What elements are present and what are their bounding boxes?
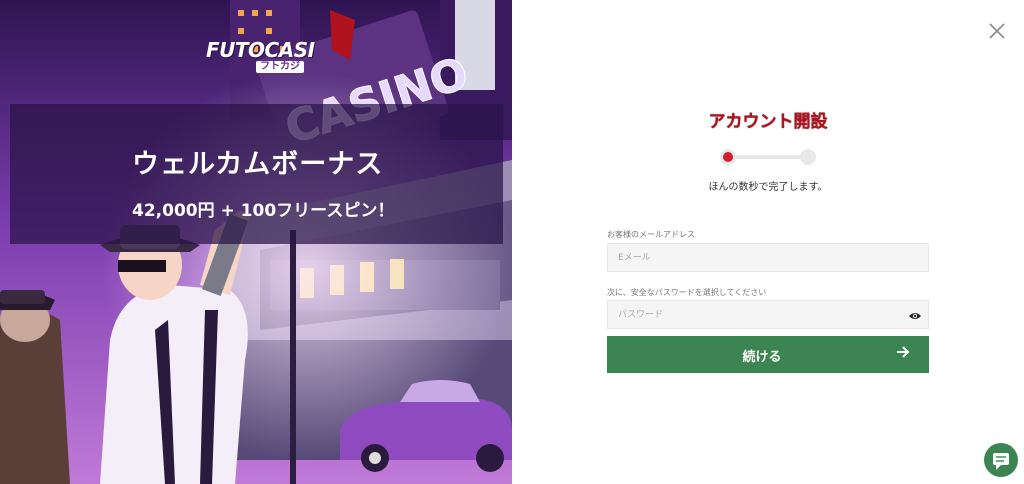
step-2-indicator <box>800 149 816 165</box>
arrow-right-icon <box>897 346 910 358</box>
brand-sub-label: フトカジ <box>256 61 304 73</box>
welcome-bonus-banner: ウェルカムボーナス 42,000円 + 100フリースピン！ <box>10 104 503 244</box>
email-field[interactable] <box>608 244 898 271</box>
progress-stepper <box>718 148 818 166</box>
signup-modal: CASINO <box>0 0 1024 484</box>
password-field[interactable] <box>608 301 898 328</box>
continue-button-label: 続ける <box>742 350 782 365</box>
chat-icon <box>993 453 1009 470</box>
continue-button[interactable]: 続ける <box>607 336 929 373</box>
gangster-figure <box>100 210 250 484</box>
promo-panel: CASINO <box>0 0 512 484</box>
live-chat-button[interactable] <box>984 443 1018 477</box>
signup-form-panel: アカウント開設 ほんの数秒で完了します。 お客様のメールアドレス 次に、安全なパ… <box>512 0 1024 484</box>
brand-wordmark: FUTOCASI <box>206 38 315 62</box>
step-1-indicator <box>720 149 736 165</box>
eye-icon <box>909 313 921 319</box>
form-title: アカウント開設 <box>708 112 828 132</box>
close-icon <box>989 23 1005 39</box>
brand-logo: FUTOCASI フトカジ <box>206 38 315 78</box>
email-field-wrapper <box>607 243 929 272</box>
bonus-offer: 42,000円 + 100フリースピン！ <box>132 201 395 221</box>
form-subtitle: ほんの数秒で完了します。 <box>708 182 828 193</box>
password-field-wrapper <box>607 300 929 329</box>
close-button[interactable] <box>986 20 1008 42</box>
toggle-password-visibility-button[interactable] <box>908 308 922 322</box>
bonus-headline: ウェルカムボーナス <box>132 149 384 180</box>
stepper-track <box>728 155 808 159</box>
password-label: 次に、安全なパスワードを選択してください <box>607 288 767 297</box>
email-label: お客様のメールアドレス <box>607 230 695 239</box>
